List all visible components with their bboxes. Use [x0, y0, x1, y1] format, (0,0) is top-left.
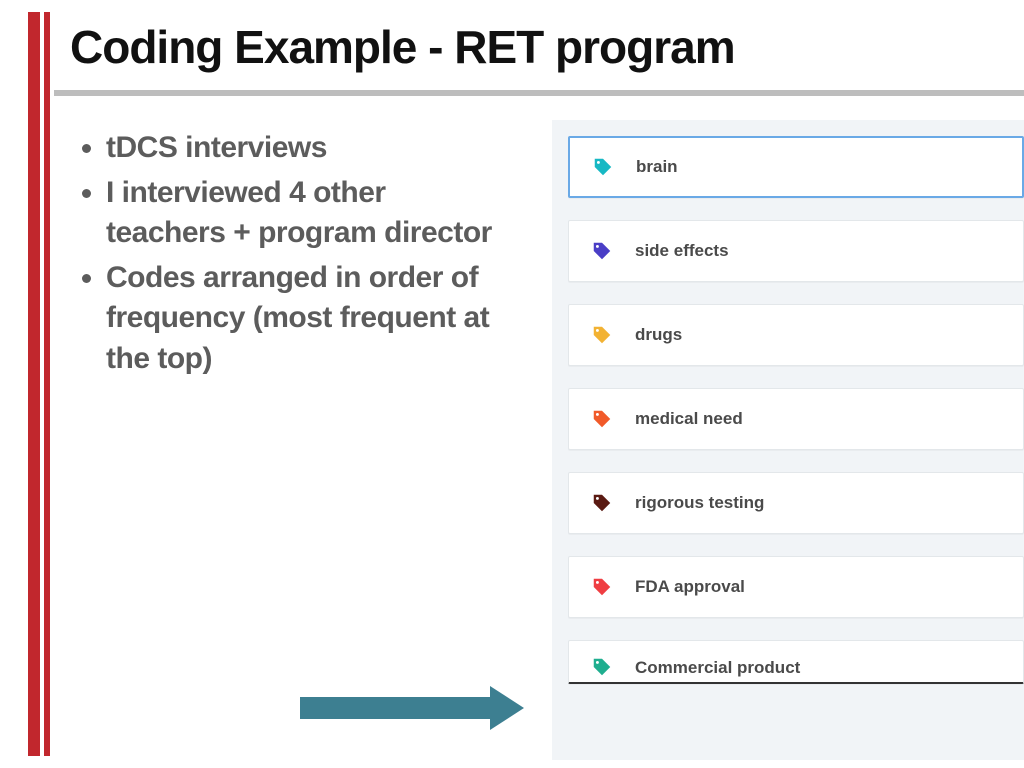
- tags-panel: brain side effects drugs medical need ri…: [552, 120, 1024, 760]
- tag-label: brain: [636, 157, 678, 177]
- bullet-list: tDCS interviews I interviewed 4 other te…: [72, 128, 502, 383]
- tag-card[interactable]: Commercial product: [568, 640, 1024, 684]
- bullet-item: tDCS interviews: [106, 128, 502, 169]
- tag-card[interactable]: medical need: [568, 388, 1024, 450]
- tag-label: medical need: [635, 409, 743, 429]
- tag-icon: [591, 408, 613, 430]
- slide-title: Coding Example - RET program: [70, 20, 735, 74]
- tag-icon: [591, 324, 613, 346]
- bullet-item: I interviewed 4 other teachers + program…: [106, 173, 502, 254]
- tag-icon: [591, 656, 613, 678]
- tag-label: drugs: [635, 325, 682, 345]
- tag-icon: [591, 576, 613, 598]
- bullet-item: Codes arranged in order of frequency (mo…: [106, 258, 502, 380]
- title-divider: [54, 90, 1024, 96]
- tag-icon: [591, 492, 613, 514]
- tag-label: FDA approval: [635, 577, 745, 597]
- tag-card[interactable]: side effects: [568, 220, 1024, 282]
- accent-bar-1: [28, 12, 40, 756]
- slide: Coding Example - RET program tDCS interv…: [0, 0, 1024, 768]
- tag-label: Commercial product: [635, 658, 800, 678]
- tag-label: side effects: [635, 241, 729, 261]
- tag-label: rigorous testing: [635, 493, 764, 513]
- tag-icon: [591, 240, 613, 262]
- tag-card[interactable]: FDA approval: [568, 556, 1024, 618]
- tag-icon: [592, 156, 614, 178]
- arrow-icon: [300, 686, 530, 730]
- accent-bar-2: [44, 12, 50, 756]
- tag-card[interactable]: brain: [568, 136, 1024, 198]
- tag-card[interactable]: rigorous testing: [568, 472, 1024, 534]
- tag-card[interactable]: drugs: [568, 304, 1024, 366]
